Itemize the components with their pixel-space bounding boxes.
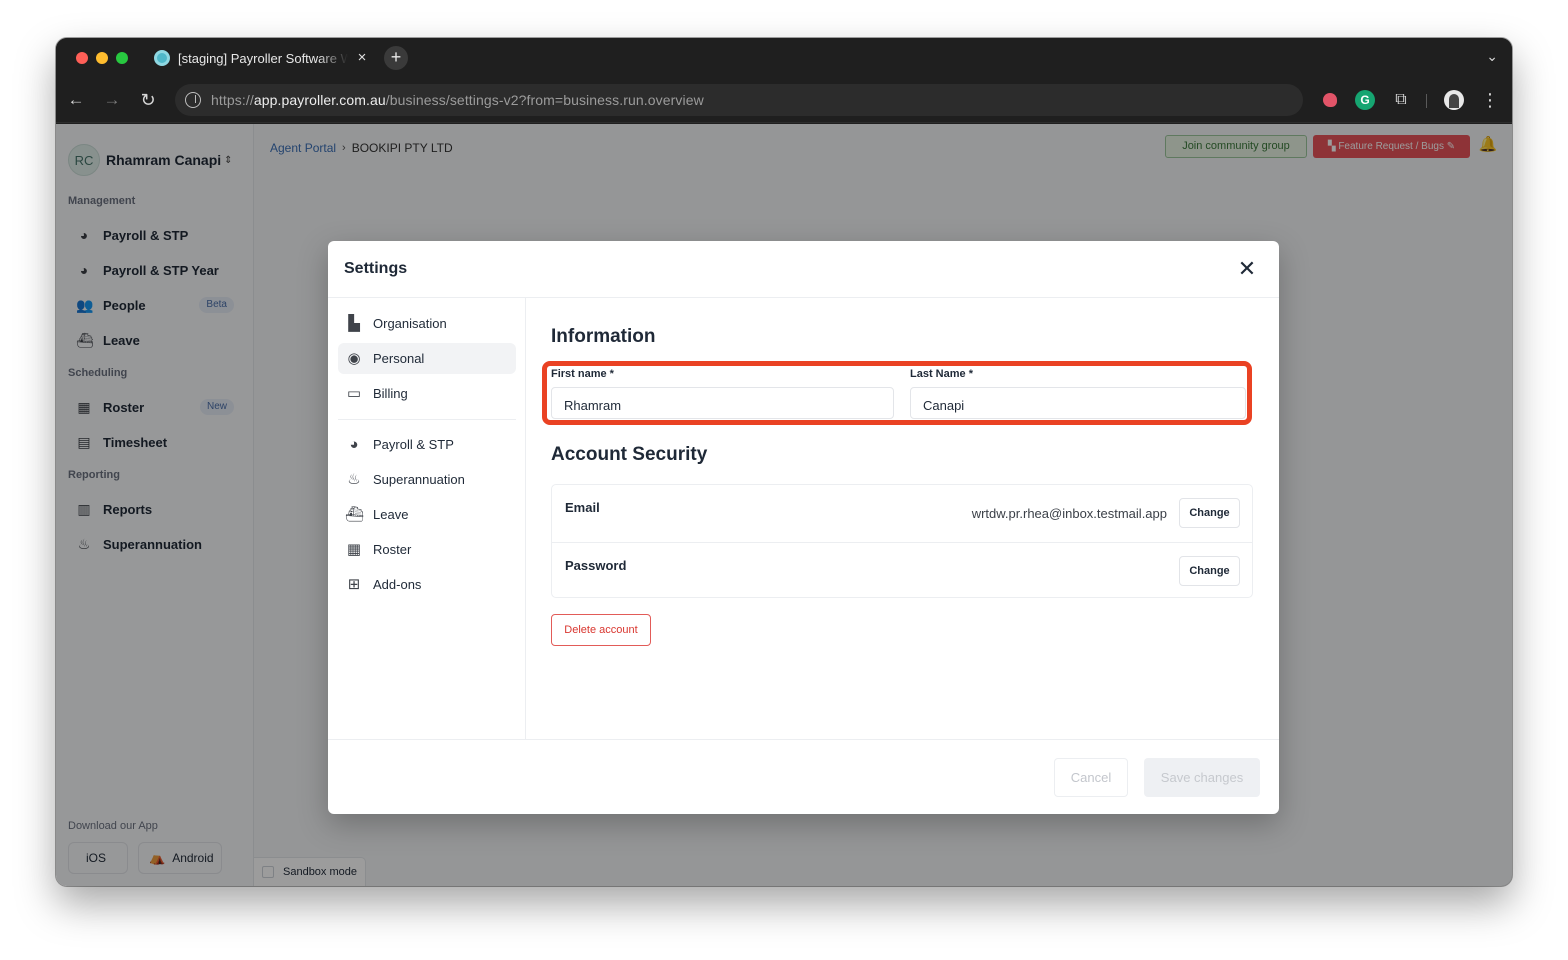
tab-close-icon[interactable]: × bbox=[352, 48, 372, 68]
piggy-bank-icon: ♨ bbox=[347, 470, 361, 488]
close-icon[interactable]: ✕ bbox=[1237, 257, 1257, 281]
change-password-button[interactable]: Change bbox=[1179, 556, 1240, 586]
back-arrow-icon[interactable]: ← bbox=[64, 88, 88, 112]
settings-nav-addons[interactable]: ⊞ Add-ons bbox=[338, 569, 516, 600]
settings-nav-label: Leave bbox=[373, 507, 409, 522]
reload-icon[interactable]: ↻ bbox=[136, 88, 160, 112]
settings-nav-label: Superannuation bbox=[373, 472, 465, 487]
leave-icon: ⛴ bbox=[345, 505, 365, 523]
settings-nav-leave[interactable]: ⛴ Leave bbox=[338, 499, 516, 530]
user-circle-icon: ◉ bbox=[347, 349, 361, 367]
settings-nav-label: Payroll & STP bbox=[373, 437, 454, 452]
extension-bug-icon[interactable] bbox=[1320, 90, 1340, 110]
site-info-icon[interactable] bbox=[185, 92, 201, 108]
tab-title: [staging] Payroller Software Web bbox=[178, 50, 348, 66]
tab-search-chevron-icon[interactable]: ⌄ bbox=[1486, 48, 1498, 65]
settings-modal: Settings ✕ ▙ Organisation ◉ Personal ▭ B… bbox=[328, 241, 1279, 814]
payroller-favicon-icon bbox=[154, 50, 170, 66]
settings-nav-roster[interactable]: ▦ Roster bbox=[338, 534, 516, 565]
extensions-puzzle-icon[interactable]: ⧉ bbox=[1391, 90, 1411, 110]
credit-card-icon: ▭ bbox=[346, 384, 362, 402]
calendar-icon: ▦ bbox=[346, 540, 362, 558]
new-tab-button[interactable]: + bbox=[384, 46, 408, 70]
email-label: Email bbox=[565, 500, 600, 515]
settings-nav-billing[interactable]: ▭ Billing bbox=[338, 378, 516, 409]
settings-nav-organisation[interactable]: ▙ Organisation bbox=[338, 308, 516, 339]
settings-nav-label: Roster bbox=[373, 542, 412, 557]
grid-plus-icon: ⊞ bbox=[347, 575, 361, 593]
forward-arrow-icon[interactable]: → bbox=[100, 88, 124, 112]
maximize-window-button[interactable] bbox=[116, 52, 128, 64]
settings-nav-label: Personal bbox=[373, 351, 425, 366]
payroll-icon: ◕ bbox=[349, 435, 359, 453]
close-window-button[interactable] bbox=[76, 52, 88, 64]
personal-settings-content: Information First name * Rhamram Last Na… bbox=[527, 298, 1279, 740]
settings-nav-label: Billing bbox=[373, 386, 408, 401]
change-email-button[interactable]: Change bbox=[1179, 498, 1240, 528]
url-text[interactable]: https://app.payroller.com.au/business/se… bbox=[211, 92, 704, 108]
password-label: Password bbox=[565, 558, 627, 573]
settings-nav-payroll[interactable]: ◕ Payroll & STP bbox=[338, 429, 516, 460]
account-security-box: Email wrtdw.pr.rhea@inbox.testmail.app C… bbox=[551, 484, 1253, 598]
modal-title: Settings bbox=[344, 260, 408, 277]
modal-footer: Cancel Save changes bbox=[328, 739, 1279, 814]
settings-nav-label: Organisation bbox=[373, 316, 447, 331]
email-value: wrtdw.pr.rhea@inbox.testmail.app bbox=[971, 506, 1167, 521]
browser-tab[interactable]: [staging] Payroller Software Web × bbox=[146, 44, 376, 72]
modal-header: Settings ✕ bbox=[328, 241, 1279, 298]
settings-nav: ▙ Organisation ◉ Personal ▭ Billing ◕ Pa… bbox=[328, 298, 526, 740]
account-security-heading: Account Security bbox=[551, 444, 708, 465]
minimize-window-button[interactable] bbox=[96, 52, 108, 64]
cancel-button[interactable]: Cancel bbox=[1054, 758, 1128, 797]
settings-nav-personal[interactable]: ◉ Personal bbox=[338, 343, 516, 374]
password-row: Password Change bbox=[552, 542, 1252, 599]
tab-strip: [staging] Payroller Software Web × + ⌄ bbox=[56, 38, 1512, 78]
building-icon: ▙ bbox=[348, 314, 360, 332]
browser-window: [staging] Payroller Software Web × + ⌄ ←… bbox=[56, 38, 1512, 886]
save-changes-button[interactable]: Save changes bbox=[1144, 758, 1260, 797]
settings-nav-label: Add-ons bbox=[373, 577, 422, 592]
delete-account-button[interactable]: Delete account bbox=[551, 614, 651, 646]
toolbar-divider bbox=[1426, 94, 1427, 108]
name-fields-highlight bbox=[542, 361, 1252, 425]
browser-toolbar: ← → ↻ https://app.payroller.com.au/busin… bbox=[56, 78, 1512, 123]
settings-nav-superannuation[interactable]: ♨ Superannuation bbox=[338, 464, 516, 495]
grammarly-extension-icon[interactable]: G bbox=[1355, 90, 1375, 110]
browser-menu-icon[interactable]: ⋮ bbox=[1480, 90, 1500, 110]
email-row: Email wrtdw.pr.rhea@inbox.testmail.app C… bbox=[552, 485, 1252, 542]
profile-avatar-icon[interactable] bbox=[1444, 90, 1464, 110]
settings-nav-divider bbox=[338, 419, 516, 420]
address-bar[interactable]: https://app.payroller.com.au/business/se… bbox=[175, 84, 1303, 116]
information-heading: Information bbox=[551, 326, 656, 347]
